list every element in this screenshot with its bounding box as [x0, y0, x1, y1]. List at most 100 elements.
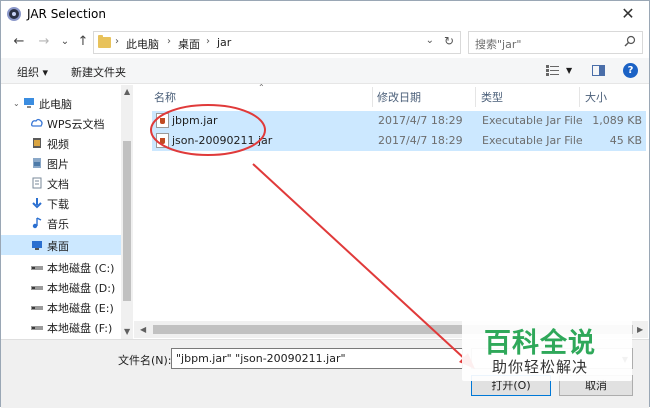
- pictures-icon: [33, 158, 41, 168]
- sidebar-item-drive-e[interactable]: 本地磁盘 (E:): [1, 297, 121, 317]
- file-modified: 2017/4/7 18:29: [378, 134, 463, 147]
- sidebar-item-wps-cloud[interactable]: WPS云文档: [1, 113, 121, 133]
- forward-icon[interactable]: →: [36, 34, 52, 50]
- title-bar: JAR Selection ✕: [1, 1, 649, 28]
- breadcrumb-separator: ›: [167, 36, 171, 47]
- navigation-row: ← → ⌄ ↑ › 此电脑 › 桌面 › jar ⌄ ↻ 搜索"jar": [1, 28, 649, 58]
- sidebar-item-label: 本地磁盘 (F:): [47, 322, 113, 335]
- sidebar-item-label: WPS云文档: [47, 118, 105, 131]
- recent-locations-icon[interactable]: ⌄: [57, 34, 73, 50]
- desktop-icon: [32, 241, 42, 250]
- sidebar-item-drive-c[interactable]: 本地磁盘 (C:): [1, 257, 121, 277]
- view-options-icon[interactable]: [546, 65, 559, 76]
- search-box[interactable]: 搜索"jar": [468, 31, 643, 54]
- folder-icon: [98, 35, 111, 48]
- file-type: Executable Jar File: [482, 114, 583, 127]
- drive-icon: [31, 286, 43, 290]
- sidebar-item-drive-d[interactable]: 本地磁盘 (D:): [1, 277, 121, 297]
- file-name: jbpm.jar: [172, 114, 218, 127]
- column-divider[interactable]: [372, 87, 373, 107]
- filename-value: "jbpm.jar" "json-20090211.jar": [176, 352, 346, 365]
- new-folder-button[interactable]: 新建文件夹: [71, 64, 126, 80]
- preview-pane-icon[interactable]: [592, 65, 605, 76]
- breadcrumb-this-pc[interactable]: 此电脑: [126, 36, 159, 52]
- sidebar-item-label: 文档: [47, 178, 69, 191]
- sidebar-item-label: 本地磁盘 (E:): [47, 302, 114, 315]
- column-header-size[interactable]: 大小: [585, 89, 607, 105]
- sidebar-item-this-pc[interactable]: ⌄ 此电脑: [1, 93, 121, 113]
- app-icon: [7, 7, 21, 21]
- sort-ascending-icon: ⌃: [258, 83, 265, 92]
- sidebar-item-downloads[interactable]: 下载: [1, 193, 121, 213]
- organize-button[interactable]: 组织 ▾: [17, 64, 48, 80]
- column-divider[interactable]: [475, 87, 476, 107]
- file-dialog-window: JAR Selection ✕ ← → ⌄ ↑ › 此电脑 › 桌面 › jar…: [0, 0, 650, 408]
- file-modified: 2017/4/7 18:29: [378, 114, 463, 127]
- sidebar-scrollbar-thumb[interactable]: [123, 141, 131, 301]
- view-dropdown-icon[interactable]: ▼: [566, 66, 572, 75]
- scroll-down-icon[interactable]: ▼: [124, 327, 130, 336]
- watermark-logo: 百科全说 助你轻松解决: [462, 319, 632, 381]
- up-icon[interactable]: ↑: [75, 34, 91, 50]
- file-type: Executable Jar File: [482, 134, 583, 147]
- breadcrumb-separator: ›: [115, 36, 119, 47]
- close-icon[interactable]: ✕: [613, 3, 643, 25]
- sidebar-item-desktop[interactable]: 桌面: [1, 235, 121, 255]
- sidebar-item-documents[interactable]: 文档: [1, 173, 121, 193]
- watermark-title: 百科全说: [484, 328, 596, 359]
- search-placeholder: 搜索"jar": [475, 38, 522, 51]
- sidebar-item-music[interactable]: 音乐: [1, 213, 121, 233]
- file-size: 45 KB: [609, 134, 642, 147]
- cloud-icon: [31, 118, 43, 127]
- drive-icon: [31, 306, 43, 310]
- sidebar-item-label: 视频: [47, 138, 69, 151]
- computer-icon: [24, 98, 34, 108]
- documents-icon: [32, 177, 42, 189]
- drive-icon: [31, 266, 43, 270]
- help-icon[interactable]: ?: [623, 63, 638, 78]
- sidebar-item-label: 此电脑: [39, 98, 72, 111]
- file-name: json-20090211.jar: [172, 134, 273, 147]
- command-toolbar: 组织 ▾ 新建文件夹 ▼ ?: [1, 58, 649, 84]
- breadcrumb-desktop[interactable]: 桌面: [178, 36, 200, 52]
- address-bar[interactable]: › 此电脑 › 桌面 › jar ⌄ ↻: [93, 31, 461, 54]
- refresh-icon[interactable]: ↻: [444, 34, 454, 48]
- sidebar-item-label: 本地磁盘 (D:): [47, 282, 116, 295]
- sidebar-item-label: 下载: [47, 198, 69, 211]
- sidebar-item-videos[interactable]: 视频: [1, 133, 121, 153]
- jar-file-icon: [156, 113, 169, 128]
- column-divider[interactable]: [579, 87, 580, 107]
- scroll-right-icon[interactable]: ▶: [637, 325, 643, 334]
- filename-label: 文件名(N):: [118, 354, 172, 367]
- table-row[interactable]: jbpm.jar 2017/4/7 18:29 Executable Jar F…: [152, 111, 646, 131]
- search-icon[interactable]: [624, 35, 636, 47]
- file-list: 名称 ⌃ 修改日期 类型 大小 jbpm.jar 2017/4/7 18:29 …: [134, 83, 648, 339]
- watermark-subtitle: 助你轻松解决: [492, 358, 589, 376]
- breadcrumb-jar[interactable]: jar: [217, 36, 231, 49]
- navigation-pane: ⌄ 此电脑 WPS云文档 视频 图片 文档 下载 音乐 桌面 本地磁盘 (C:)…: [1, 85, 133, 339]
- music-icon: [32, 217, 42, 229]
- sidebar-item-label: 音乐: [47, 218, 69, 231]
- back-icon[interactable]: ←: [11, 34, 27, 50]
- file-size: 1,089 KB: [592, 114, 642, 127]
- column-header-type[interactable]: 类型: [481, 89, 503, 105]
- column-header-modified[interactable]: 修改日期: [377, 89, 421, 105]
- scroll-up-icon[interactable]: ▲: [124, 87, 130, 96]
- video-icon: [33, 138, 41, 148]
- sidebar-item-label: 图片: [47, 158, 69, 171]
- column-header-name[interactable]: 名称: [154, 89, 176, 105]
- drive-icon: [31, 326, 43, 330]
- sidebar-item-label: 桌面: [47, 240, 69, 253]
- scroll-left-icon[interactable]: ◀: [140, 325, 146, 334]
- sidebar-item-drive-f[interactable]: 本地磁盘 (F:): [1, 317, 121, 337]
- sidebar-item-pictures[interactable]: 图片: [1, 153, 121, 173]
- table-row[interactable]: json-20090211.jar 2017/4/7 18:29 Executa…: [152, 131, 646, 151]
- breadcrumb-separator: ›: [206, 36, 210, 47]
- chevron-down-icon[interactable]: ⌄: [13, 99, 20, 108]
- chevron-down-icon[interactable]: ⌄: [426, 35, 434, 46]
- sidebar-item-label: 本地磁盘 (C:): [47, 262, 115, 275]
- download-icon: [32, 198, 42, 209]
- jar-file-icon: [156, 133, 169, 148]
- window-title: JAR Selection: [27, 7, 106, 21]
- filename-input[interactable]: "jbpm.jar" "json-20090211.jar": [171, 348, 463, 369]
